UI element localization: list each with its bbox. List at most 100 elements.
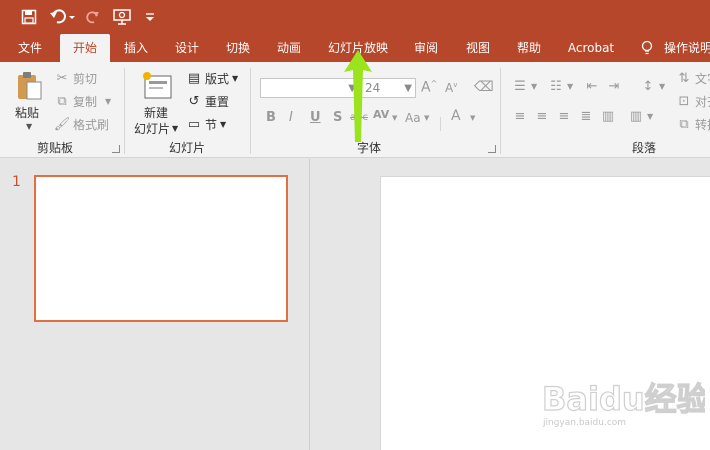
align-left-icon: ≡ — [514, 108, 526, 124]
character-spacing-icon[interactable]: AV — [373, 108, 389, 121]
annotation-arrow-icon — [344, 50, 372, 142]
line-spacing-button[interactable]: ↕ ▼ — [640, 76, 666, 96]
tab-transitions[interactable]: 切换 — [216, 34, 260, 62]
bullets-button[interactable]: ☰ ▼ — [512, 76, 537, 96]
group-label-clipboard: 剪贴板 — [36, 141, 73, 155]
convert-label: 转换 — [695, 117, 710, 132]
watermark-brand: Baidu经验 — [542, 380, 705, 418]
numbering-dropdown-icon: ▼ — [567, 81, 574, 91]
section-button[interactable]: ▭ 节 ▼ — [186, 114, 226, 134]
section-icon: ▭ — [187, 116, 201, 132]
align-text-button[interactable]: ⊡ 对齐 — [676, 91, 710, 111]
justify-icon: ≣ — [580, 108, 592, 124]
decrease-indent-button[interactable]: ⇤ — [584, 76, 603, 96]
slide-thumbnail[interactable] — [34, 175, 288, 322]
reset-button[interactable]: ↺ 重置 — [186, 91, 229, 111]
copy-button[interactable]: ⧉ 复制 ▼ — [54, 91, 111, 111]
align-left-button[interactable]: ≡ — [512, 106, 531, 126]
numbering-button[interactable]: ☷ ▼ — [548, 76, 573, 96]
bold-icon[interactable]: B — [266, 110, 276, 125]
divider — [500, 68, 501, 154]
tell-me-search[interactable]: 操作说明 — [664, 34, 710, 62]
tab-home[interactable]: 开始 — [60, 34, 110, 62]
scissors-icon: ✂ — [56, 70, 68, 86]
font-size-dropdown-icon: ▼ — [404, 83, 412, 94]
customize-toolbar-icon[interactable] — [142, 6, 158, 28]
cut-label: 剪切 — [73, 71, 98, 86]
tab-acrobat[interactable]: Acrobat — [560, 34, 622, 62]
paste-button[interactable]: 粘贴 — [15, 102, 39, 122]
save-icon[interactable] — [18, 6, 40, 28]
clipboard-dialog-launcher[interactable] — [112, 145, 120, 153]
new-slide-icon[interactable] — [141, 70, 175, 102]
start-from-beginning-icon[interactable] — [110, 6, 134, 28]
align-right-icon: ≡ — [558, 108, 570, 124]
tab-animations[interactable]: 动画 — [267, 34, 311, 62]
convert-smartart-button[interactable]: ⧉ 转换 — [676, 114, 710, 134]
columns-dropdown-icon: ▼ — [647, 111, 654, 121]
align-right-button[interactable]: ≡ — [556, 106, 575, 126]
increase-font-size-icon[interactable]: A^ — [421, 79, 437, 96]
title-bar — [0, 0, 710, 34]
clear-formatting-icon[interactable]: ⌫ — [474, 79, 494, 95]
format-painter-label: 格式刷 — [73, 117, 110, 132]
divider — [440, 117, 441, 131]
distributed-button[interactable]: ▥ — [600, 106, 619, 126]
increase-indent-icon: ⇥ — [608, 78, 620, 94]
section-label: 节 — [205, 117, 218, 132]
columns-icon: ▥ — [629, 108, 643, 124]
change-case-dropdown-icon[interactable]: ▼ — [424, 114, 429, 122]
bullets-dropdown-icon: ▼ — [531, 81, 538, 91]
watermark-url: jingyan.baidu.com — [543, 418, 627, 428]
new-slide-dropdown-icon: ▼ — [172, 123, 179, 133]
cut-button[interactable]: ✂ 剪切 — [54, 68, 97, 88]
lightbulb-icon[interactable] — [638, 34, 656, 62]
line-spacing-icon: ↕ — [642, 78, 654, 94]
character-spacing-dropdown-icon[interactable]: ▼ — [392, 114, 397, 122]
group-label-slides: 幻灯片 — [168, 141, 205, 155]
layout-icon: ▤ — [187, 70, 201, 86]
format-painter-button[interactable]: 🖌 格式刷 — [54, 114, 109, 134]
tab-review[interactable]: 审阅 — [404, 34, 448, 62]
change-case-icon[interactable]: Aa — [405, 111, 421, 125]
tab-insert[interactable]: 插入 — [114, 34, 158, 62]
redo-icon — [84, 6, 102, 28]
layout-dropdown-icon: ▼ — [232, 73, 239, 83]
increase-indent-button[interactable]: ⇥ — [606, 76, 625, 96]
divider — [124, 68, 125, 154]
paste-icon[interactable] — [14, 70, 46, 102]
underline-icon[interactable]: U — [310, 110, 321, 125]
tab-view[interactable]: 视图 — [456, 34, 500, 62]
bullets-icon: ☰ — [514, 78, 526, 94]
decrease-font-size-icon[interactable]: Av — [445, 81, 457, 95]
text-direction-icon: ⇅ — [678, 70, 690, 86]
layout-button[interactable]: ▤ 版式 ▼ — [186, 68, 238, 88]
text-direction-label: 文字 — [695, 71, 710, 86]
paste-dropdown-icon[interactable]: ▼ — [26, 122, 32, 131]
new-slide-label-line2: 幻灯片 — [134, 121, 171, 136]
copy-dropdown-icon: ▼ — [105, 96, 112, 106]
section-dropdown-icon: ▼ — [220, 119, 227, 129]
line-spacing-dropdown-icon: ▼ — [659, 81, 666, 91]
tab-design[interactable]: 设计 — [165, 34, 209, 62]
font-color-dropdown-icon[interactable]: ▼ — [470, 114, 475, 122]
brush-icon: 🖌 — [53, 116, 71, 132]
tab-help[interactable]: 帮助 — [507, 34, 551, 62]
columns-button[interactable]: ▥ ▼ — [628, 106, 653, 126]
copy-label: 复制 — [73, 94, 98, 109]
font-dialog-launcher[interactable] — [488, 145, 496, 153]
font-color-icon[interactable]: A — [451, 108, 461, 124]
tab-file[interactable]: 文件 — [8, 34, 52, 62]
align-text-label: 对齐 — [695, 94, 710, 109]
reset-label: 重置 — [205, 94, 230, 109]
align-text-icon: ⊡ — [678, 93, 690, 109]
copy-icon: ⧉ — [57, 93, 67, 109]
new-slide-button[interactable]: 幻灯片 ▼ — [134, 118, 178, 138]
undo-icon[interactable] — [48, 6, 78, 28]
text-shadow-icon[interactable]: S — [333, 110, 342, 125]
italic-icon[interactable]: I — [289, 110, 293, 125]
justify-button[interactable]: ≣ — [578, 106, 597, 126]
group-label-paragraph: 段落 — [631, 141, 656, 155]
text-direction-button[interactable]: ⇅ 文字 — [676, 68, 710, 88]
align-center-button[interactable]: ≡ — [534, 106, 553, 126]
